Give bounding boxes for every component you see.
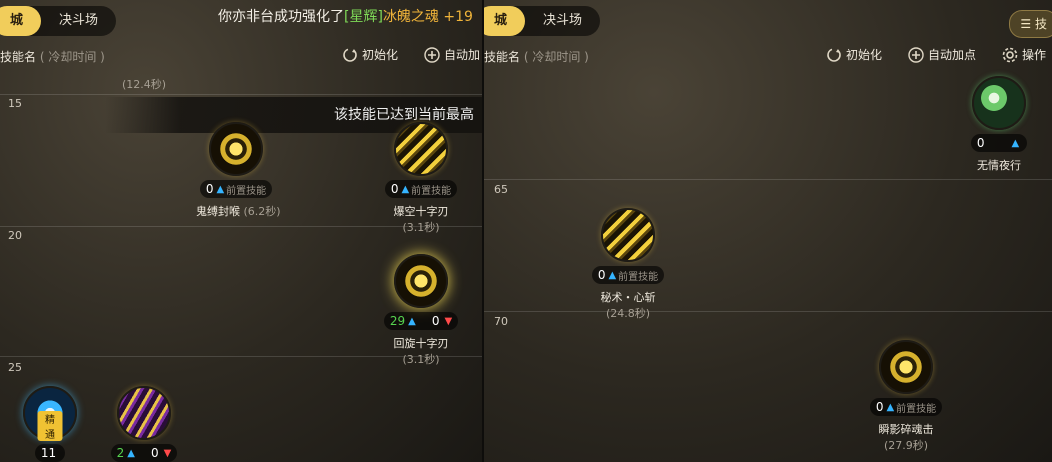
skill-menu-button[interactable]: ☰ 技 xyxy=(1009,10,1052,38)
skill-slot[interactable]: 0 ▲ 前置技能 爆空十字刃 (3.1秒) xyxy=(381,122,461,235)
skill-icon[interactable] xyxy=(117,386,171,440)
column-header: 技能名 ( 冷却时间 ) xyxy=(0,50,105,64)
up-arrow-icon[interactable]: ▲ xyxy=(127,448,135,459)
skill-name: 鬼缚封喉 (6.2秒) xyxy=(196,205,281,218)
skill-name: 爆空十字刃 xyxy=(393,205,449,218)
skill-slot[interactable]: 精通 11 xyxy=(10,386,90,462)
column-header: 技能名 ( 冷却时间 ) xyxy=(484,50,589,64)
skill-icon[interactable] xyxy=(394,122,448,176)
auto-assign-button[interactable]: 自动加 xyxy=(424,46,480,63)
skill-slot[interactable]: 0 ▲ 前置技能 秘术・心斩 (24.8秒) xyxy=(588,208,668,321)
skill-slot[interactable]: 29 ▲ 0 ▼ 回旋十字刃 (3.1秒) xyxy=(381,254,461,367)
skill-icon[interactable] xyxy=(209,122,263,176)
skill-icon[interactable] xyxy=(972,76,1026,130)
up-arrow-icon[interactable]: ▲ xyxy=(1011,138,1019,149)
down-arrow-icon[interactable]: ▼ xyxy=(164,448,172,459)
skill-level-pill: 11 xyxy=(34,444,66,462)
skill-level-pill: 0 ▲ xyxy=(970,134,1028,152)
skill-icon[interactable]: 精通 xyxy=(23,386,77,441)
skill-icon[interactable] xyxy=(601,208,655,262)
skill-icon[interactable] xyxy=(394,254,448,308)
skill-name: 秘术・心斩 xyxy=(600,291,656,304)
gear-icon xyxy=(1002,47,1018,62)
reset-button[interactable]: 初始化 xyxy=(342,46,398,63)
tab-town[interactable]: 城 xyxy=(484,6,526,36)
notice-tag: [星辉] xyxy=(344,9,383,25)
level-label: 65 xyxy=(494,183,508,196)
tab-duel-arena[interactable]: 决斗场 xyxy=(41,6,116,36)
skill-level-pill: 0 ▲ 前置技能 xyxy=(384,180,458,198)
skill-cooldown: (27.9秒) xyxy=(883,439,929,452)
level-label: 15 xyxy=(8,97,22,110)
up-arrow-icon[interactable]: ▲ xyxy=(408,316,416,327)
refresh-icon xyxy=(827,47,841,62)
up-arrow-icon[interactable]: ▲ xyxy=(608,270,616,281)
skill-header: 技能名 ( 冷却时间 ) 初始化 自动加 xyxy=(0,42,482,70)
refresh-icon xyxy=(343,47,357,62)
list-icon: ☰ xyxy=(1020,17,1032,31)
skill-slot[interactable]: 0 ▲ 前置技能 鬼缚封喉 (6.2秒) xyxy=(196,122,281,219)
add-circle-icon xyxy=(908,46,924,63)
mode-tabs: 城 决斗场 xyxy=(484,6,601,36)
mastery-badge: 精通 xyxy=(37,411,63,441)
skill-cooldown: (24.8秒) xyxy=(605,307,651,320)
level-label: 20 xyxy=(8,229,22,242)
skill-slot[interactable]: 2 ▲ 0 ▼ xyxy=(104,386,184,462)
down-arrow-icon[interactable]: ▼ xyxy=(444,316,452,327)
notice-text: 你亦非台成功强化了 xyxy=(218,9,344,25)
level-divider xyxy=(484,311,1052,312)
skill-name: 无情夜行 xyxy=(977,159,1021,172)
operation-settings-button[interactable]: 操作 xyxy=(1002,46,1046,63)
skill-name: 瞬影碎魂击 xyxy=(878,423,934,436)
auto-assign-button[interactable]: 自动加点 xyxy=(908,46,976,63)
add-circle-icon xyxy=(424,46,440,63)
skill-level-pill: 0 ▲ 前置技能 xyxy=(869,398,943,416)
skill-icon[interactable] xyxy=(879,340,933,394)
left-skill-panel: 城 决斗场 你亦非台成功强化了[星辉]冰魄之魂 +19 技能名 ( 冷却时间 )… xyxy=(0,0,482,462)
skill-slot[interactable]: 0 ▲ 无情夜行 xyxy=(959,76,1039,173)
notice-item: 冰魄之魂 +19 xyxy=(382,9,473,25)
skill-level-pill: 0 ▲ 前置技能 xyxy=(591,266,665,284)
level-label: 25 xyxy=(8,361,22,374)
tab-duel-arena[interactable]: 决斗场 xyxy=(525,6,600,36)
skill-level-pill: 0 ▲ 前置技能 xyxy=(199,180,273,198)
up-arrow-icon[interactable]: ▲ xyxy=(886,402,894,413)
skill-header: 技能名 ( 冷却时间 ) 初始化 自动加点 操作 xyxy=(484,42,1052,70)
system-notice: 你亦非台成功强化了[星辉]冰魄之魂 +19 xyxy=(218,6,482,26)
up-arrow-icon[interactable]: ▲ xyxy=(216,184,224,195)
skill-level-pill: 29 ▲ 0 ▼ xyxy=(383,312,459,330)
reset-button[interactable]: 初始化 xyxy=(826,46,882,63)
level-divider xyxy=(484,179,1052,180)
skill-cooldown: (3.1秒) xyxy=(402,353,440,366)
up-arrow-icon[interactable]: ▲ xyxy=(401,184,409,195)
mode-tabs: 城 决斗场 xyxy=(0,6,117,36)
skill-level-pill: 2 ▲ 0 ▼ xyxy=(110,444,178,462)
skill-slot[interactable]: 0 ▲ 前置技能 瞬影碎魂击 (27.9秒) xyxy=(866,340,946,453)
skill-name: 回旋十字刃 xyxy=(393,337,449,350)
tab-town[interactable]: 城 xyxy=(0,6,42,36)
level-divider xyxy=(0,94,482,95)
right-skill-panel: 城 决斗场 ☰ 技 技能名 ( 冷却时间 ) 初始化 自动加点 操作 65 70… xyxy=(484,0,1052,462)
skill-cooldown: (12.4秒) xyxy=(122,78,167,91)
level-label: 70 xyxy=(494,315,508,328)
skill-cooldown: (3.1秒) xyxy=(402,221,440,234)
